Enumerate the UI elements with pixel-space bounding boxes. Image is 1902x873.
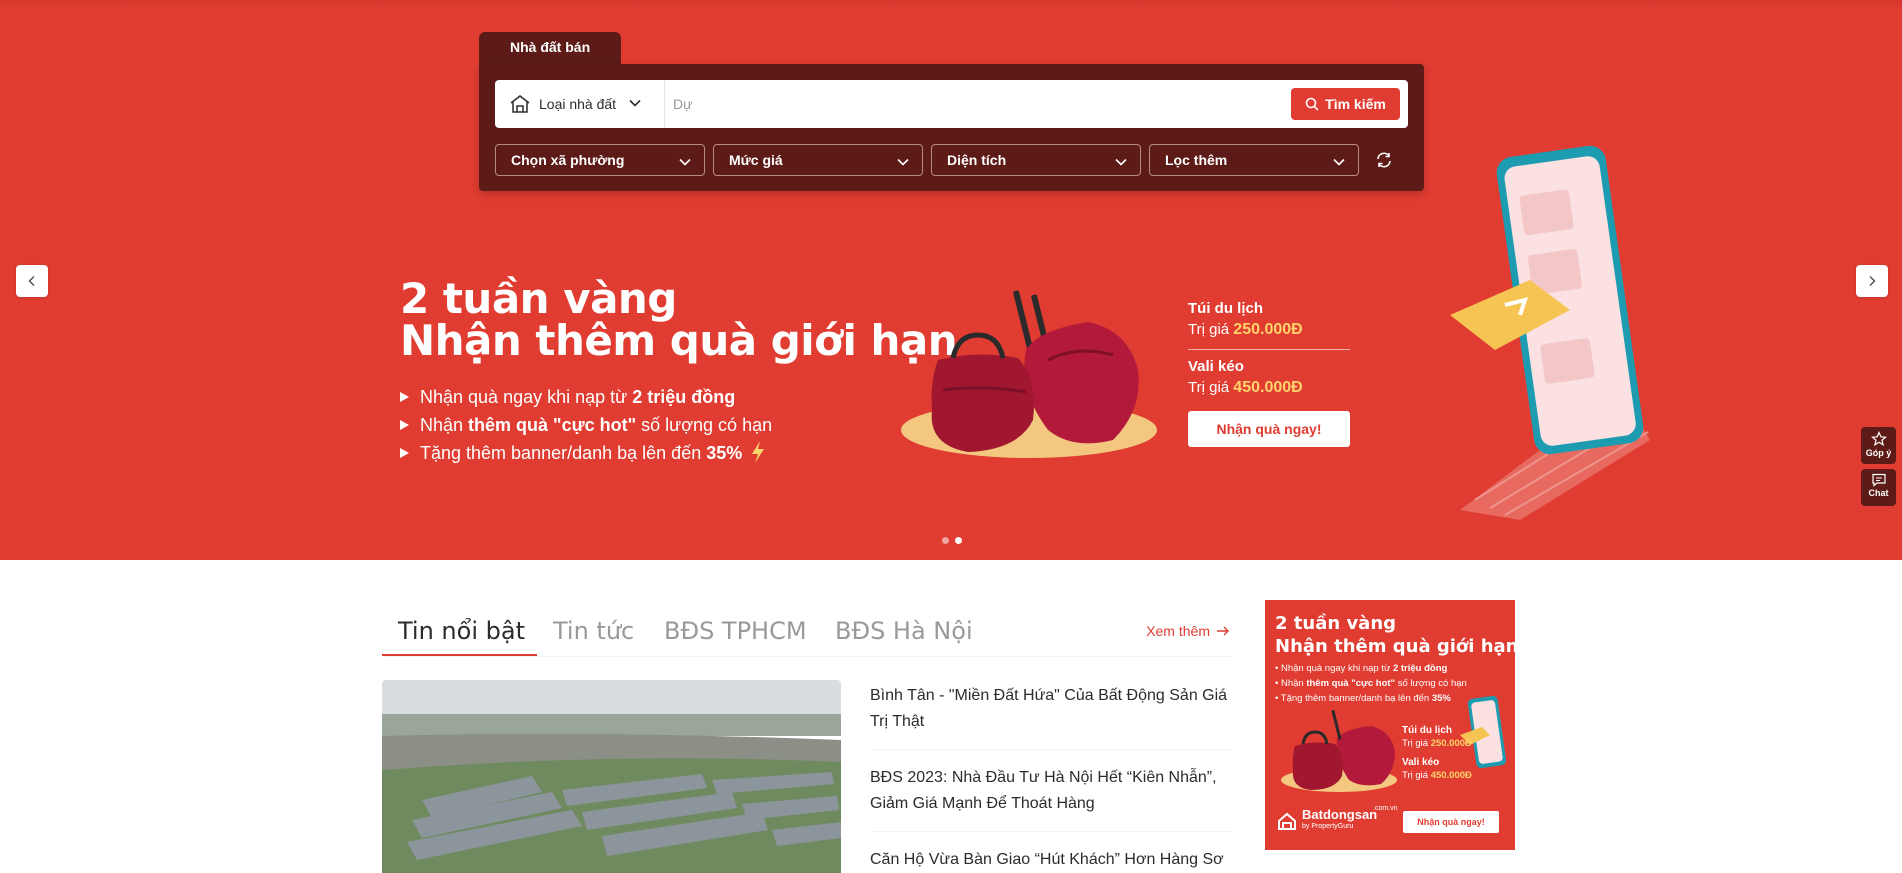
search-row: Loại nhà đất Tìm kiếm — [495, 80, 1408, 128]
chat-icon — [1871, 473, 1886, 487]
news-tabs: Tin nổi bật Tin tức BĐS TPHCM BĐS Hà Nội… — [382, 605, 1230, 657]
gift-info: Túi du lịch Trị giá 250.000Đ Vali kéo Tr… — [1188, 300, 1350, 447]
gift-divider — [1188, 349, 1350, 350]
tab-news[interactable]: Tin tức — [553, 617, 634, 645]
featured-news-image[interactable] — [382, 680, 841, 873]
filter-row: Chọn xã phường Mức giá Diện tích Lọc thê… — [495, 144, 1367, 176]
search-button-label: Tìm kiếm — [1325, 96, 1386, 112]
news-list-item[interactable]: BĐS 2023: Nhà Đầu Tư Hà Nội Hết “Kiên Nh… — [870, 762, 1230, 832]
filter-area-label: Diện tích — [947, 152, 1007, 168]
promo-bullet: Nhận thêm quà "cực hot" số lượng có hạn — [400, 411, 772, 439]
ad-gift-info: Túi du lịch Trị giá 250.000Đ Vali kéo Tr… — [1402, 725, 1472, 781]
reset-filter-icon[interactable] — [1375, 151, 1393, 169]
phone-illustration — [1450, 145, 1650, 520]
news-list-item[interactable]: Bình Tân - "Miền Đất Hứa" Của Bất Động S… — [870, 680, 1230, 750]
carousel-prev-button[interactable] — [16, 265, 48, 297]
gift2-name: Vali kéo — [1188, 358, 1244, 375]
lightning-icon — [752, 441, 765, 463]
filter-more-label: Lọc thêm — [1165, 152, 1228, 168]
chat-button[interactable]: Chat — [1861, 469, 1896, 506]
ad-claim-gift-button[interactable]: Nhận quà ngay! — [1403, 811, 1499, 833]
chevron-down-icon — [1333, 158, 1345, 166]
chevron-left-icon — [28, 275, 35, 287]
chat-label: Chat — [1868, 488, 1889, 498]
filter-area[interactable]: Diện tích — [931, 144, 1141, 176]
tab-bds-ha-noi[interactable]: BĐS Hà Nội — [835, 617, 973, 645]
promo-title-line2: Nhận thêm quà giới hạn — [400, 316, 958, 365]
property-type-select[interactable]: Loại nhà đất — [495, 80, 665, 128]
see-more-label: Xem thêm — [1146, 623, 1210, 639]
filter-ward-label: Chọn xã phường — [511, 152, 625, 168]
tab-featured-news[interactable]: Tin nổi bật — [398, 617, 525, 645]
filter-ward[interactable]: Chọn xã phường — [495, 144, 705, 176]
tab-bds-tphcm[interactable]: BĐS TPHCM — [664, 617, 807, 645]
chevron-down-icon — [1115, 158, 1127, 166]
side-ad-banner[interactable]: 2 tuần vàng Nhận thêm quà giới hạn • Nhậ… — [1265, 600, 1515, 850]
chevron-down-icon — [629, 99, 641, 107]
property-type-label: Loại nhà đất — [539, 96, 617, 112]
hero-banner: Nhà đất bán Loại nhà đất Tìm kiếm Chọn x… — [0, 0, 1902, 560]
gift2-price: Trị giá 450.000Đ — [1188, 379, 1303, 396]
filter-price[interactable]: Mức giá — [713, 144, 923, 176]
see-more-link[interactable]: Xem thêm — [1146, 623, 1230, 639]
chevron-down-icon — [679, 158, 691, 166]
filter-more[interactable]: Lọc thêm — [1149, 144, 1359, 176]
search-input[interactable] — [673, 89, 1273, 119]
promo-title-line1: 2 tuần vàng — [400, 274, 677, 323]
chevron-down-icon — [897, 158, 909, 166]
ad-bullets: • Nhận quà ngay khi nạp từ 2 triệu đồng … — [1275, 663, 1467, 704]
search-panel: Loại nhà đất Tìm kiếm Chọn xã phường Mức… — [479, 64, 1424, 191]
gift1-price: Trị giá 250.000Đ — [1188, 321, 1303, 338]
batdongsan-logo-icon — [1278, 812, 1296, 830]
feedback-button[interactable]: Góp ý — [1861, 427, 1896, 464]
house-icon — [510, 95, 530, 113]
promo-title: 2 tuần vàng Nhận thêm quà giới hạn — [400, 274, 958, 365]
star-icon — [1870, 431, 1887, 447]
batdongsan-logo: Batdongsan by PropertyGuru — [1277, 808, 1377, 833]
chevron-right-icon — [1869, 275, 1876, 287]
ad-brand-domain: .com.vn — [1373, 805, 1398, 812]
arrow-right-icon — [1217, 626, 1229, 636]
carousel-dots — [942, 537, 968, 544]
carousel-dot-active[interactable] — [955, 537, 962, 544]
search-box: Nhà đất bán Loại nhà đất Tìm kiếm Chọn x… — [479, 32, 1424, 191]
carousel-next-button[interactable] — [1856, 265, 1888, 297]
promo-bullets: Nhận quà ngay khi nạp từ 2 triệu đồng Nh… — [400, 383, 772, 467]
news-list-item[interactable]: Căn Hộ Vừa Bàn Giao “Hút Khách” Hơn Hàng… — [870, 844, 1230, 873]
gift1-name: Túi du lịch — [1188, 300, 1263, 317]
ad-title: 2 tuần vàng Nhận thêm quà giới hạn — [1275, 613, 1515, 657]
news-list: Bình Tân - "Miền Đất Hứa" Của Bất Động S… — [870, 680, 1230, 873]
search-button[interactable]: Tìm kiếm — [1291, 88, 1400, 120]
claim-gift-button[interactable]: Nhận quà ngay! — [1188, 411, 1350, 447]
tab-nha-dat-ban[interactable]: Nhà đất bán — [479, 32, 622, 64]
travel-bags-illustration — [901, 290, 1157, 458]
aerial-photo — [382, 680, 841, 873]
filter-price-label: Mức giá — [729, 152, 783, 168]
carousel-dot[interactable] — [942, 537, 949, 544]
feedback-label: Góp ý — [1865, 448, 1892, 458]
search-icon — [1305, 97, 1319, 111]
promo-bullet: Nhận quà ngay khi nạp từ 2 triệu đồng — [400, 383, 772, 411]
ad-bags-illustration — [1281, 710, 1397, 792]
active-tab-underline — [382, 654, 537, 656]
promo-bullet: Tặng thêm banner/danh bạ lên đến 35% — [400, 439, 772, 467]
